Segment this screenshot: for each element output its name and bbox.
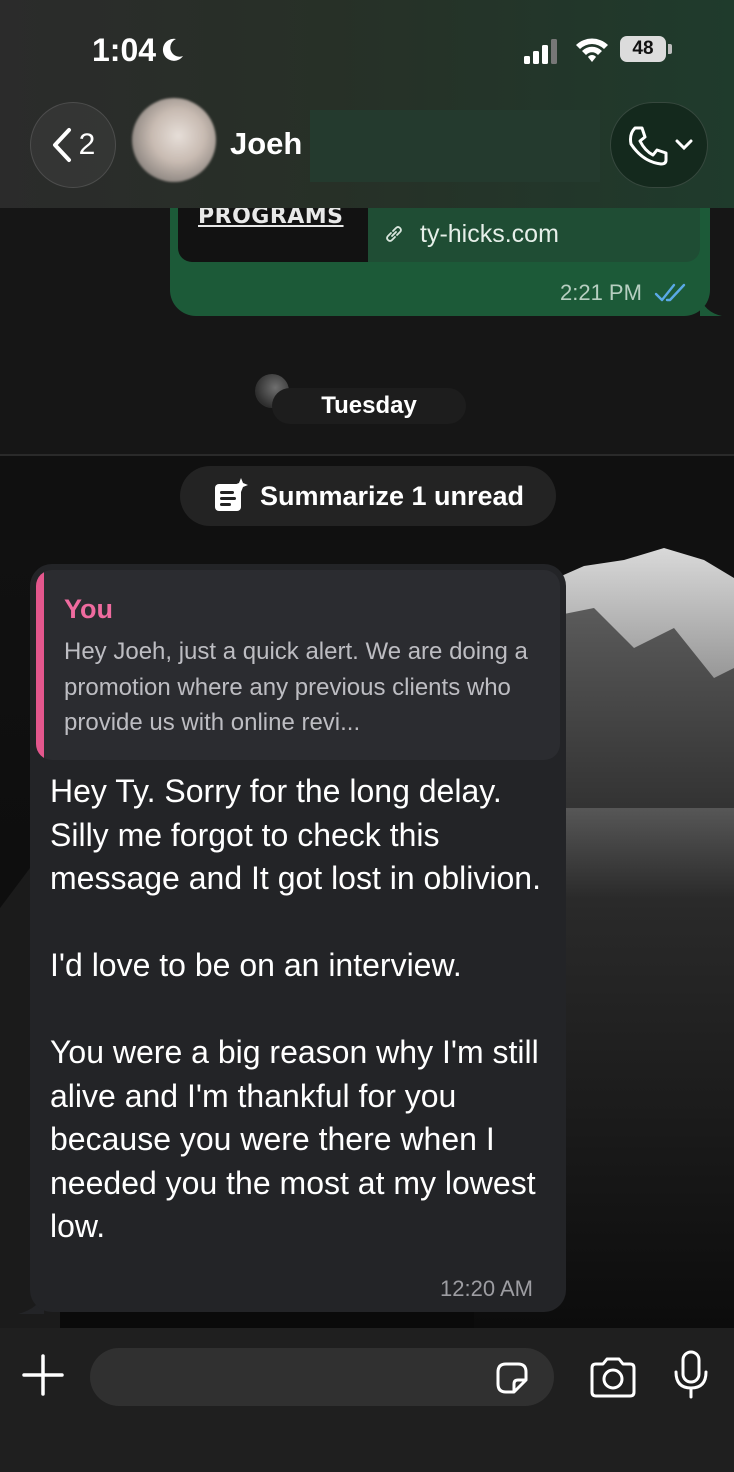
- message-time: 12:20 AM: [440, 1276, 533, 1301]
- summarize-unread-button[interactable]: Summarize 1 unread: [180, 466, 556, 526]
- avatar[interactable]: [132, 98, 216, 182]
- link-domain[interactable]: ty-hicks.com: [420, 220, 559, 249]
- chevron-down-icon: [675, 139, 693, 151]
- quoted-message[interactable]: You Hey Joeh, just a quick alert. We are…: [36, 570, 560, 760]
- moon-icon: [162, 38, 183, 61]
- back-button[interactable]: 2: [30, 102, 116, 188]
- message-time: 2:21 PM: [560, 280, 642, 305]
- link-icon: [386, 226, 402, 242]
- summary-sparkle-icon: [214, 478, 248, 511]
- message-text: Hey Ty. Sorry for the long delay. Silly …: [50, 773, 541, 1244]
- redacted-area: [310, 110, 600, 182]
- status-time: 1:04: [92, 32, 157, 68]
- microphone-icon[interactable]: [672, 1350, 710, 1400]
- chevron-left-icon: [52, 128, 71, 162]
- battery-level: 48: [632, 38, 654, 59]
- quote-text: Hey Joeh, just a quick alert. We are doi…: [64, 638, 528, 736]
- signal-icon: [524, 39, 557, 64]
- wifi-icon: [576, 38, 608, 62]
- date-divider: Tuesday: [272, 388, 466, 424]
- message-input[interactable]: [90, 1348, 554, 1406]
- summarize-label: Summarize 1 unread: [259, 480, 525, 511]
- phone-icon: [629, 126, 668, 166]
- sticker-icon[interactable]: [492, 1358, 532, 1398]
- navigation-header: 1:04 48 2 Joeh: [0, 0, 734, 208]
- quote-accent-bar: [36, 570, 44, 760]
- unread-chats-count: 2: [78, 128, 96, 161]
- call-button[interactable]: [610, 102, 708, 188]
- quote-author: You: [64, 594, 113, 624]
- plus-icon[interactable]: [20, 1352, 66, 1398]
- contact-name[interactable]: Joeh: [230, 126, 302, 162]
- camera-icon[interactable]: [588, 1356, 638, 1398]
- double-check-icon: [654, 283, 686, 302]
- battery-icon: 48: [620, 36, 666, 62]
- battery-tip: [668, 44, 672, 54]
- date-label: Tuesday: [321, 392, 417, 419]
